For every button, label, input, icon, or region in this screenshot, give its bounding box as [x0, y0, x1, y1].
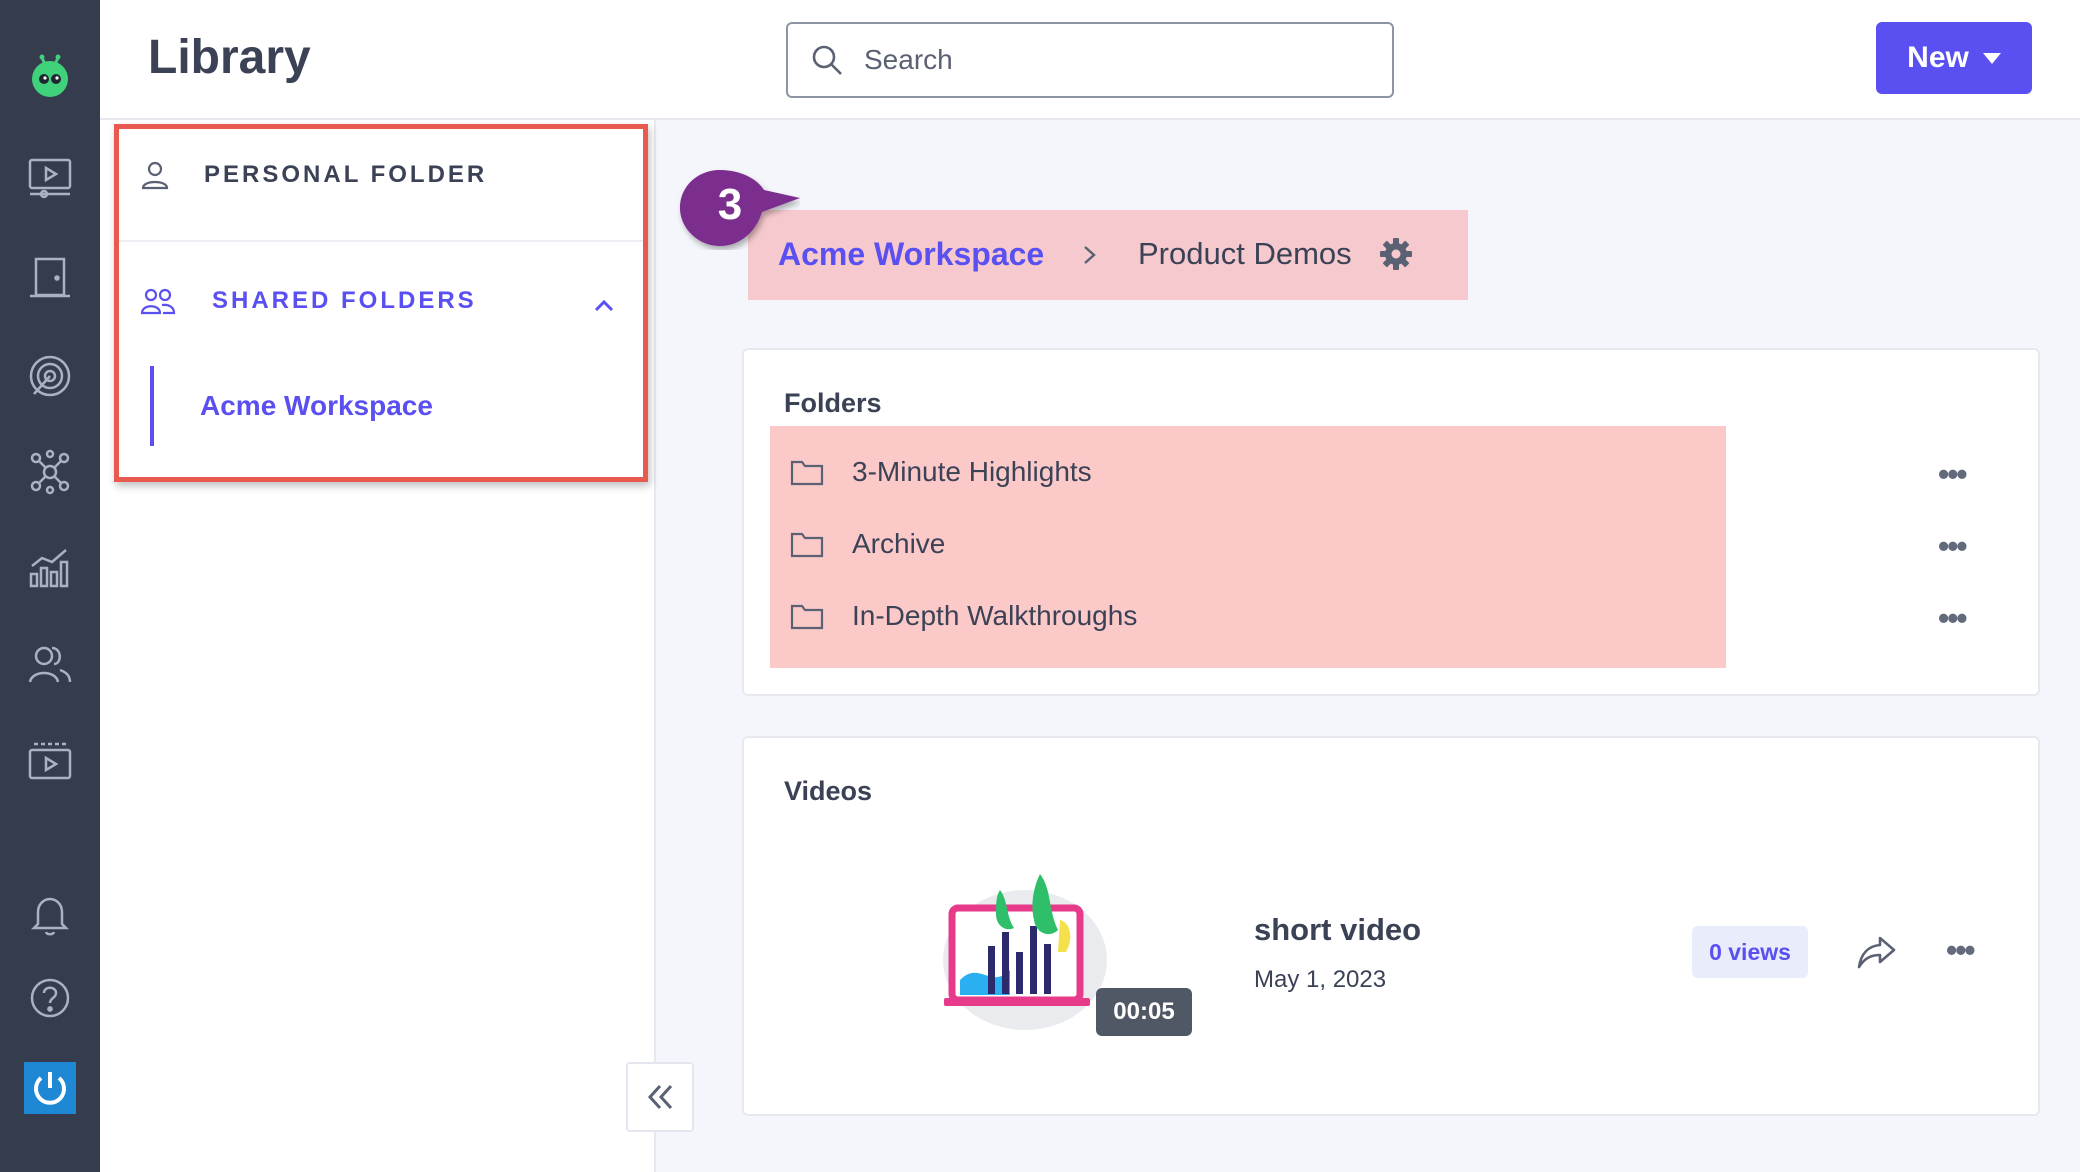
- videos-title: Videos: [784, 776, 873, 806]
- bell-icon[interactable]: [24, 888, 76, 940]
- search-box[interactable]: [786, 22, 1394, 98]
- playlist-icon[interactable]: [24, 736, 76, 788]
- video-thumbnail[interactable]: [930, 860, 1120, 1040]
- folder-icon: [790, 604, 824, 630]
- sidebar-item-acme-workspace[interactable]: Acme Workspace: [200, 390, 433, 422]
- video-date: May 1, 2023: [1254, 966, 1387, 993]
- chevron-right-icon: [1084, 246, 1096, 264]
- chevron-down-icon: [1982, 52, 2001, 64]
- door-icon[interactable]: [24, 252, 76, 304]
- users-group-icon: [140, 288, 176, 315]
- personal-folder-label: PERSONAL FOLDER: [204, 161, 488, 188]
- double-chevron-left-icon: [647, 1084, 673, 1110]
- left-nav-rail: [0, 0, 100, 1172]
- folder-row[interactable]: 3-Minute Highlights: [790, 456, 1092, 488]
- active-indicator: [150, 366, 154, 446]
- page-title: Library: [148, 31, 311, 84]
- video-title[interactable]: short video: [1254, 912, 1421, 948]
- collapse-sidebar-button[interactable]: [626, 1062, 694, 1132]
- new-button[interactable]: New: [1876, 22, 2032, 94]
- more-options-icon[interactable]: •••: [1946, 932, 1976, 969]
- user-icon: [141, 161, 169, 190]
- more-options-icon[interactable]: •••: [1938, 600, 1968, 637]
- folders-title: Folders: [784, 388, 882, 418]
- search-icon: [812, 45, 842, 75]
- folder-icon: [790, 460, 824, 486]
- shared-folders-item[interactable]: SHARED FOLDERS: [140, 286, 477, 316]
- power-icon[interactable]: [24, 1062, 76, 1114]
- users-icon[interactable]: [24, 638, 76, 690]
- chevron-up-icon[interactable]: [592, 294, 616, 318]
- video-player-icon[interactable]: [24, 152, 76, 204]
- sidebar-divider: [118, 240, 644, 242]
- folder-row[interactable]: Archive: [790, 528, 945, 560]
- video-duration-badge: 00:05: [1096, 988, 1192, 1036]
- views-badge[interactable]: 0 views: [1692, 926, 1808, 978]
- folder-name: 3-Minute Highlights: [852, 456, 1092, 487]
- step-number: 3: [717, 180, 743, 229]
- gear-icon[interactable]: [1378, 236, 1414, 272]
- more-options-icon[interactable]: •••: [1938, 528, 1968, 565]
- breadcrumb-current: Product Demos: [1138, 236, 1352, 271]
- shared-folders-label: SHARED FOLDERS: [212, 287, 477, 314]
- search-input[interactable]: [864, 44, 1344, 76]
- target-icon[interactable]: [24, 350, 76, 402]
- folder-name: In-Depth Walkthroughs: [852, 600, 1138, 631]
- folder-sidebar: [100, 120, 656, 1172]
- folder-name: Archive: [852, 528, 946, 559]
- network-icon[interactable]: [24, 446, 76, 498]
- more-options-icon[interactable]: •••: [1938, 456, 1968, 493]
- new-button-label: New: [1907, 41, 1969, 74]
- breadcrumb-workspace-link[interactable]: Acme Workspace: [778, 236, 1044, 273]
- folder-icon: [790, 532, 824, 558]
- share-icon[interactable]: [1856, 932, 1896, 972]
- personal-folder-item[interactable]: PERSONAL FOLDER: [140, 160, 487, 190]
- analytics-icon[interactable]: [24, 542, 76, 594]
- help-icon[interactable]: [24, 972, 76, 1024]
- folder-row[interactable]: In-Depth Walkthroughs: [790, 600, 1137, 632]
- robot-logo-icon[interactable]: [24, 48, 76, 100]
